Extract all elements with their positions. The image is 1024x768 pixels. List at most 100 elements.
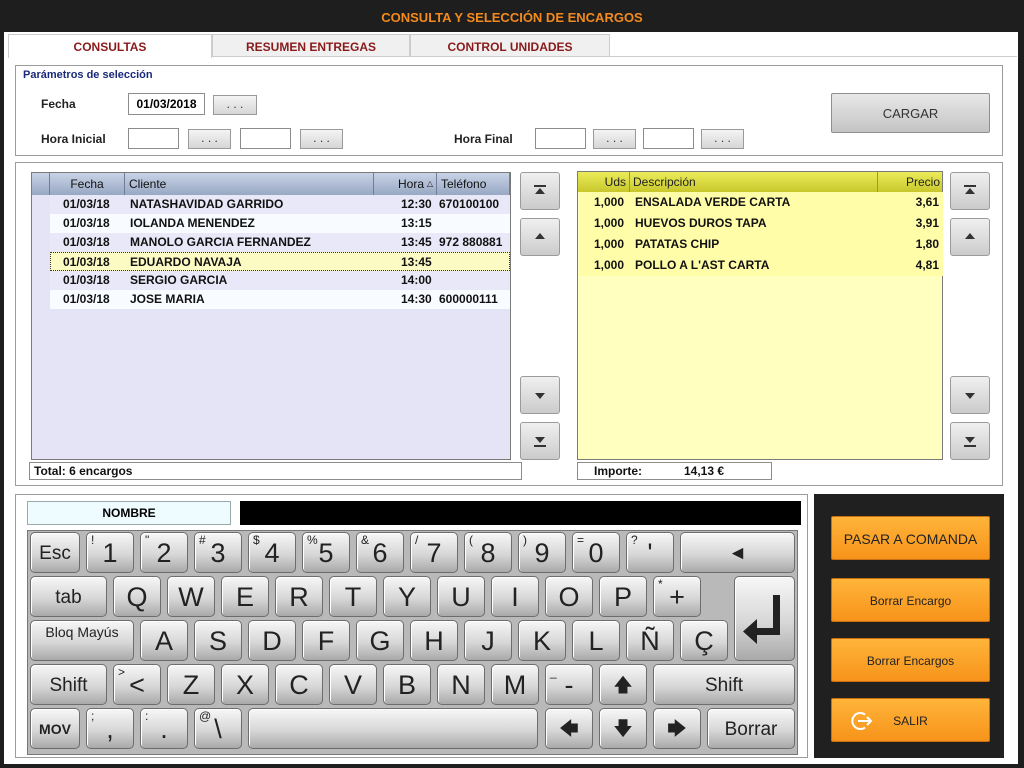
key-arrow-down[interactable]: 🡇 <box>599 708 647 749</box>
borrar-encargo-button[interactable]: Borrar Encargo <box>831 578 990 622</box>
key-d[interactable]: D <box>248 620 296 661</box>
key-x[interactable]: X <box>221 664 269 705</box>
hora-inicial-min-picker[interactable]: . . . <box>300 129 343 149</box>
key-backspace[interactable]: ◄ <box>680 532 795 573</box>
hora-final-hour-picker[interactable]: . . . <box>593 129 636 149</box>
lines-prev-button[interactable] <box>950 218 990 256</box>
key-tab[interactable]: tab <box>30 576 107 617</box>
key-shift-right[interactable]: Shift <box>653 664 795 705</box>
key-period[interactable]: :. <box>140 708 188 749</box>
list-item[interactable]: 1,000 POLLO A L'AST CARTA 4,81 <box>579 255 943 276</box>
salir-button[interactable]: SALIR <box>831 698 990 742</box>
key-comma[interactable]: ;, <box>86 708 134 749</box>
hora-inicial-hour-input[interactable] <box>128 128 179 149</box>
hora-final-min-input[interactable] <box>643 128 694 149</box>
orders-col-cliente[interactable]: Cliente <box>125 173 374 195</box>
orders-first-button[interactable] <box>520 172 560 210</box>
key-n[interactable]: N <box>437 664 485 705</box>
key-n-tilde[interactable]: Ñ <box>626 620 674 661</box>
tab-control-unidades[interactable]: CONTROL UNIDADES <box>410 34 610 56</box>
key-b[interactable]: B <box>383 664 431 705</box>
key-z[interactable]: Z <box>167 664 215 705</box>
key-shift-left[interactable]: Shift <box>30 664 107 705</box>
nombre-input[interactable] <box>240 501 801 525</box>
key-l[interactable]: L <box>572 620 620 661</box>
list-item[interactable]: 1,000 ENSALADA VERDE CARTA 3,61 <box>579 192 943 213</box>
key-space[interactable] <box>248 708 538 749</box>
key-0[interactable]: = 0 <box>572 532 620 573</box>
orders-next-button[interactable] <box>520 376 560 414</box>
hora-final-hour-input[interactable] <box>535 128 586 149</box>
key-7[interactable]: /7 <box>410 532 458 573</box>
key-k[interactable]: K <box>518 620 566 661</box>
lines-col-uds[interactable]: Uds <box>578 172 630 192</box>
key-t[interactable]: T <box>329 576 377 617</box>
table-row[interactable]: 01/03/18 MANOLO GARCIA FERNANDEZ 13:45 9… <box>50 233 510 252</box>
table-row[interactable]: 01/03/18 JOSE MARIA 14:30 600000111 <box>50 290 510 309</box>
key-backslash[interactable]: @ \ <box>194 708 242 749</box>
hora-inicial-hour-picker[interactable]: . . . <box>188 129 231 149</box>
key-5[interactable]: % 5 <box>302 532 350 573</box>
key-w[interactable]: W <box>167 576 215 617</box>
orders-col-fecha[interactable]: Fecha <box>50 173 125 195</box>
key-6[interactable]: & 6 <box>356 532 404 573</box>
key-j[interactable]: J <box>464 620 512 661</box>
key-mov[interactable]: MOV <box>30 708 80 749</box>
key-2[interactable]: " 2 <box>140 532 188 573</box>
key-u[interactable]: U <box>437 576 485 617</box>
key-i[interactable]: I <box>491 576 539 617</box>
key-c-cedilla[interactable]: Ç <box>680 620 728 661</box>
orders-col-telefono[interactable]: Teléfono <box>437 173 510 195</box>
key-minus[interactable]: _ - <box>545 664 593 705</box>
orders-last-button[interactable] <box>520 422 560 460</box>
key-3[interactable]: #3 <box>194 532 242 573</box>
orders-prev-button[interactable] <box>520 218 560 256</box>
key-arrow-left[interactable]: 🡄 <box>545 708 593 749</box>
key-arrow-up[interactable]: 🡅 <box>599 664 647 705</box>
key-a[interactable]: A <box>140 620 188 661</box>
key-f[interactable]: F <box>302 620 350 661</box>
key-8[interactable]: (8 <box>464 532 512 573</box>
tab-consultas[interactable]: CONSULTAS <box>8 34 212 58</box>
key-y[interactable]: Y <box>383 576 431 617</box>
key-e[interactable]: E <box>221 576 269 617</box>
fecha-picker-button[interactable]: . . . <box>213 95 257 115</box>
key-plus[interactable]: * + <box>653 576 701 617</box>
key-s[interactable]: S <box>194 620 242 661</box>
fecha-input[interactable]: 01/03/2018 <box>128 93 205 115</box>
lines-last-button[interactable] <box>950 422 990 460</box>
lines-next-button[interactable] <box>950 376 990 414</box>
key-q[interactable]: Q <box>113 576 161 617</box>
table-row[interactable]: 01/03/18 IOLANDA MENENDEZ 13:15 <box>50 214 510 233</box>
borrar-encargos-button[interactable]: Borrar Encargos <box>831 638 990 682</box>
orders-col-hora[interactable]: Hora △ <box>374 173 437 195</box>
lines-col-descripcion[interactable]: Descripción <box>630 172 878 192</box>
table-row-selected[interactable]: 01/03/18 EDUARDO NAVAJA 13:45 <box>50 252 510 271</box>
hora-final-min-picker[interactable]: . . . <box>701 129 744 149</box>
table-row[interactable]: 01/03/18 NATASHAVIDAD GARRIDO 12:30 6701… <box>50 195 510 214</box>
list-item[interactable]: 1,000 PATATAS CHIP 1,80 <box>579 234 943 255</box>
key-arrow-right[interactable]: 🡆 <box>653 708 701 749</box>
lines-first-button[interactable] <box>950 172 990 210</box>
pasar-a-comanda-button[interactable]: PASAR A COMANDA <box>831 516 990 560</box>
key-enter[interactable] <box>734 576 795 661</box>
table-row[interactable]: 01/03/18 SERGIO GARCIA 14:00 <box>50 271 510 290</box>
cargar-button[interactable]: CARGAR <box>831 93 990 133</box>
key-caps-lock[interactable]: Bloq Mayús <box>30 620 134 661</box>
key-g[interactable]: G <box>356 620 404 661</box>
key-v[interactable]: V <box>329 664 377 705</box>
order-lines-list[interactable]: Uds Descripción Precio 1,000 ENSALADA VE… <box>577 171 943 460</box>
key-less-than[interactable]: > < <box>113 664 161 705</box>
key-r[interactable]: R <box>275 576 323 617</box>
tab-resumen-entregas[interactable]: RESUMEN ENTREGAS <box>212 34 410 56</box>
key-9[interactable]: ) 9 <box>518 532 566 573</box>
key-h[interactable]: H <box>410 620 458 661</box>
list-item[interactable]: 1,000 HUEVOS DUROS TAPA 3,91 <box>579 213 943 234</box>
key-m[interactable]: M <box>491 664 539 705</box>
key-borrar[interactable]: Borrar <box>707 708 795 749</box>
key-o[interactable]: O <box>545 576 593 617</box>
orders-list[interactable]: Fecha Cliente Hora △ Teléfono 01/03/18 N… <box>31 172 511 460</box>
key-apostrophe[interactable]: ? ' <box>626 532 674 573</box>
key-1[interactable]: ! 1 <box>86 532 134 573</box>
key-p[interactable]: P <box>599 576 647 617</box>
